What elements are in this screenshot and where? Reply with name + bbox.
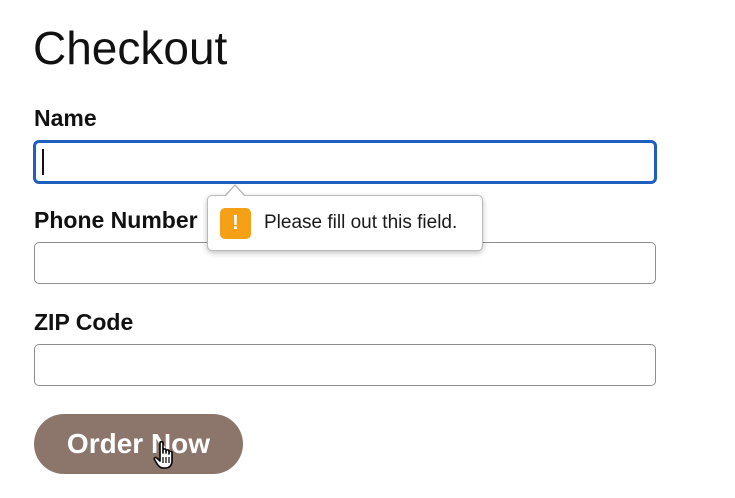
- name-label: Name: [34, 105, 97, 131]
- order-now-button[interactable]: Order Now: [34, 414, 243, 474]
- hand-pointer-icon: [153, 440, 173, 469]
- text-caret: [42, 149, 44, 175]
- zip-code-label: ZIP Code: [34, 309, 134, 335]
- page-title: Checkout: [33, 22, 228, 74]
- name-input[interactable]: [34, 141, 656, 183]
- zip-code-input[interactable]: [34, 344, 656, 386]
- tooltip-arrow-fill: [225, 186, 245, 197]
- validation-tooltip: ! Please fill out this field.: [207, 195, 483, 251]
- warning-icon: !: [220, 207, 251, 239]
- phone-number-label: Phone Number: [34, 207, 198, 233]
- validation-message: Please fill out this field.: [264, 212, 458, 233]
